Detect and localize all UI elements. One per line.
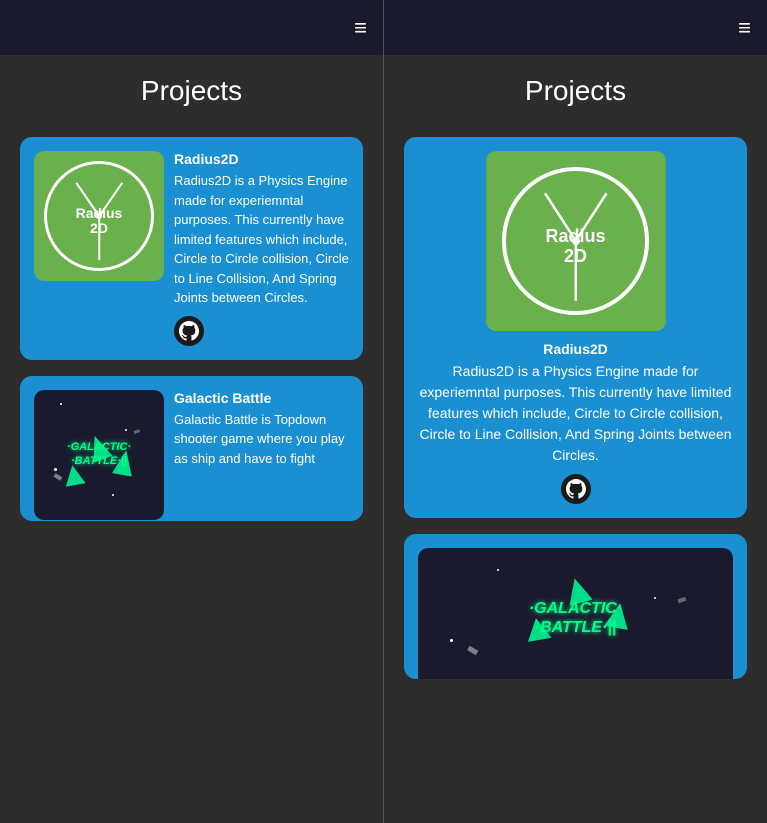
radius2d-wide-github-link[interactable] bbox=[561, 474, 591, 504]
radius2d-wide-description: Radius2D is a Physics Engine made for ex… bbox=[418, 361, 733, 466]
left-projects-title: Projects bbox=[20, 75, 363, 107]
galactic-wide-thumb-bg: ·GALACTIC··BATTLE·|| bbox=[418, 548, 733, 679]
radius2d-thumbnail: Radius2D bbox=[34, 151, 164, 281]
github-icon bbox=[179, 321, 199, 341]
radius2d-wide-thumb-bg: Radius2D bbox=[486, 151, 666, 331]
galactic-battle-thumbnail: ·GALACTIC··BATTLE·|| bbox=[34, 390, 164, 520]
left-panel-content: Projects Radius2D bbox=[0, 55, 383, 823]
right-projects-title: Projects bbox=[404, 75, 747, 107]
right-hamburger-menu[interactable]: ≡ bbox=[738, 15, 751, 41]
left-panel: ≡ Projects Radius2D bbox=[0, 0, 383, 823]
radius2d-wide-info: Radius2D Radius2D is a Physics Engine ma… bbox=[418, 341, 733, 504]
radius2d-wide-circle: Radius2D bbox=[502, 167, 650, 315]
left-topbar: ≡ bbox=[0, 0, 383, 55]
galactic-battle-description: Galactic Battle is Topdown shooter game … bbox=[174, 410, 349, 469]
radius2d-github-link[interactable] bbox=[174, 316, 204, 346]
radius2d-wide-card: Radius2D Radius2D Radius2D is a Physics … bbox=[404, 137, 747, 518]
galactic-battle-info: Galactic Battle Galactic Battle is Topdo… bbox=[174, 390, 349, 507]
radius2d-wide-logo-text: Radius2D bbox=[545, 227, 605, 267]
radius2d-wide-thumbnail: Radius2D bbox=[486, 151, 666, 331]
radius2d-info: Radius2D Radius2D is a Physics Engine ma… bbox=[174, 151, 349, 346]
galactic-battle-name: Galactic Battle bbox=[174, 390, 349, 406]
galactic-wide-title-text: ·GALACTIC··BATTLE·|| bbox=[529, 599, 622, 637]
radius2d-thumb-bg: Radius2D bbox=[34, 151, 164, 281]
radius2d-circle: Radius2D bbox=[44, 161, 155, 272]
radius2d-name: Radius2D bbox=[174, 151, 349, 167]
right-panel: ≡ Projects Radius2D bbox=[383, 0, 767, 823]
right-topbar: ≡ bbox=[384, 0, 767, 55]
galactic-title-text: ·GALACTIC··BATTLE·|| bbox=[67, 441, 131, 467]
radius2d-wide-name: Radius2D bbox=[418, 341, 733, 357]
github-wide-icon bbox=[566, 479, 586, 499]
radius2d-card: Radius2D Radius2D Radius2D is a Physics … bbox=[20, 137, 363, 360]
galactic-battle-card: ·GALACTIC··BATTLE·|| Galactic Battle Gal… bbox=[20, 376, 363, 521]
left-hamburger-menu[interactable]: ≡ bbox=[354, 15, 367, 41]
radius2d-logo-text: Radius2D bbox=[76, 206, 123, 237]
radius2d-description: Radius2D is a Physics Engine made for ex… bbox=[174, 171, 349, 308]
galactic-battle-wide-thumbnail: ·GALACTIC··BATTLE·|| bbox=[418, 548, 733, 679]
galactic-battle-wide-card: ·GALACTIC··BATTLE·|| bbox=[404, 534, 747, 679]
right-panel-content: Projects Radius2D Radius bbox=[384, 55, 767, 823]
galactic-thumb-bg: ·GALACTIC··BATTLE·|| bbox=[34, 390, 164, 520]
